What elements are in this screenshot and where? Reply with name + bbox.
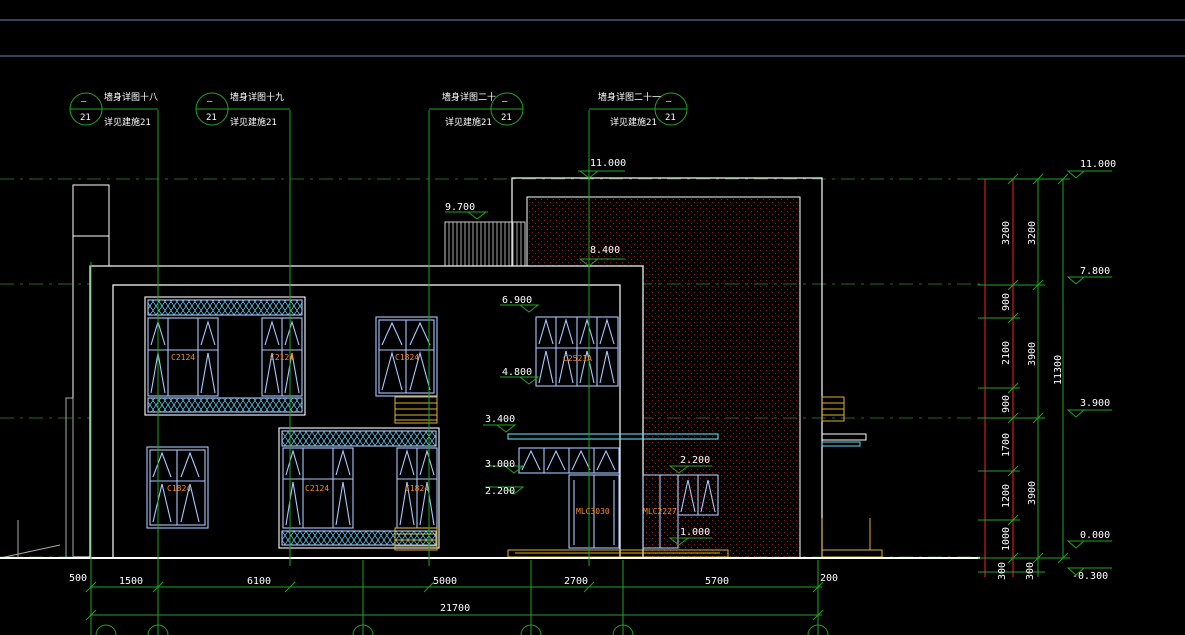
callout-20-top: —	[502, 97, 508, 107]
callout-19-title: 墙身详图十九	[230, 91, 284, 103]
callout-20-ref: 详见建施21	[445, 116, 492, 128]
dimension-value: 3900	[1027, 481, 1038, 505]
viewport-frame	[0, 19, 1185, 57]
dimension-value: 2700	[564, 576, 588, 587]
elevation-value: 0.000	[1080, 530, 1110, 541]
callout-19-bottom: 21	[206, 113, 217, 123]
dimension-value: 6100	[247, 576, 271, 587]
callout-20-title: 墙身详图二十	[442, 91, 496, 103]
elevation-value: 3.400	[485, 414, 515, 425]
callout-20-bottom: 21	[501, 113, 512, 123]
elevation-value: 3.000	[485, 459, 515, 470]
right-balcony	[821, 396, 883, 558]
elevation-value: 2.200	[485, 486, 515, 497]
dimension-value: 3200	[1027, 221, 1038, 245]
callout-19: — 21 墙身详图十九 详见建施21	[195, 91, 290, 128]
callout-18-top: —	[81, 97, 87, 107]
window-label: C1824	[395, 353, 419, 362]
elevation-value: -0.300	[1072, 571, 1108, 582]
roof-railing	[444, 221, 526, 267]
dimension-value: 3200	[1001, 221, 1012, 245]
callout-18-bottom: 21	[80, 113, 91, 123]
dimension-total: 21700	[440, 603, 470, 614]
callout-19-ref: 详见建施21	[230, 116, 277, 128]
window-label: C2124	[171, 353, 195, 362]
right-elevation-values: 11.000 7.800 3.900 0.000 -0.300	[1072, 159, 1116, 582]
callout-21-ref: 详见建施21	[610, 116, 657, 128]
dimension-value: 2100	[1001, 341, 1012, 365]
callout-18-title: 墙身详图十八	[104, 91, 158, 103]
vertical-dimensions-outer: 3200 3900 3900 300 11300	[1025, 221, 1064, 580]
dimension-value: 1500	[119, 576, 143, 587]
elevation-value: 3.900	[1080, 398, 1110, 409]
dimension-value: 1000	[1001, 527, 1012, 551]
elevation-value: 11.000	[1080, 159, 1116, 170]
window-label: C2124	[270, 353, 294, 362]
callout-20: — 21 墙身详图二十 详见建施21	[429, 91, 524, 128]
dimension-value: 900	[1001, 395, 1012, 413]
window-label: MLC2227	[643, 507, 677, 516]
elevation-value: 4.800	[502, 367, 532, 378]
dimension-value: 3900	[1027, 342, 1038, 366]
vertical-dimension-lines	[978, 170, 1112, 577]
vertical-dimensions-inner: 3200 900 2100 900 1700 1200 1000 300	[997, 221, 1012, 580]
dimension-value: 1700	[1001, 433, 1012, 457]
dimension-value: 900	[1001, 293, 1012, 311]
callout-21-title: 墙身详图二十一	[598, 91, 661, 103]
dimension-value: 200	[820, 573, 838, 584]
dimension-value: 5700	[705, 576, 729, 587]
dimension-value: 5000	[433, 576, 457, 587]
elevation-value: 6.900	[502, 295, 532, 306]
callout-18: — 21 墙身详图十八 详见建施21	[69, 91, 158, 128]
callout-21: — 21 墙身详图二十一 详见建施21	[589, 91, 688, 128]
callout-21-top: —	[666, 97, 672, 107]
elevation-value: 9.700	[445, 202, 475, 213]
callout-21-bottom: 21	[665, 113, 676, 123]
window-label: C2124	[305, 484, 329, 493]
elevation-value: 11.000	[590, 158, 626, 169]
callout-19-top: —	[207, 97, 213, 107]
elevation-drawing: — 21 墙身详图十八 详见建施21 — 21 墙身详图十九 详见建施21 — …	[0, 19, 1185, 635]
elevation-value: 7.800	[1080, 266, 1110, 277]
elevation-value: 2.200	[680, 455, 710, 466]
dimension-value: 1200	[1001, 484, 1012, 508]
window-label: C2521A	[563, 354, 592, 363]
fence-left	[0, 397, 74, 559]
dimension-total: 11300	[1053, 355, 1064, 385]
dimension-value: 300	[1025, 562, 1036, 580]
elevation-value: 8.400	[590, 245, 620, 256]
dimension-value: 500	[69, 573, 87, 584]
window-label: C1824	[405, 484, 429, 493]
window-label: C1824	[167, 484, 191, 493]
horizontal-dimensions: 500 1500 6100 5000 2700 5700 200 21700	[69, 573, 838, 614]
callout-18-ref: 详见建施21	[104, 116, 151, 128]
window-label: MLC3030	[576, 507, 610, 516]
elevation-value: 1.000	[680, 527, 710, 538]
dimension-value: 300	[997, 562, 1008, 580]
